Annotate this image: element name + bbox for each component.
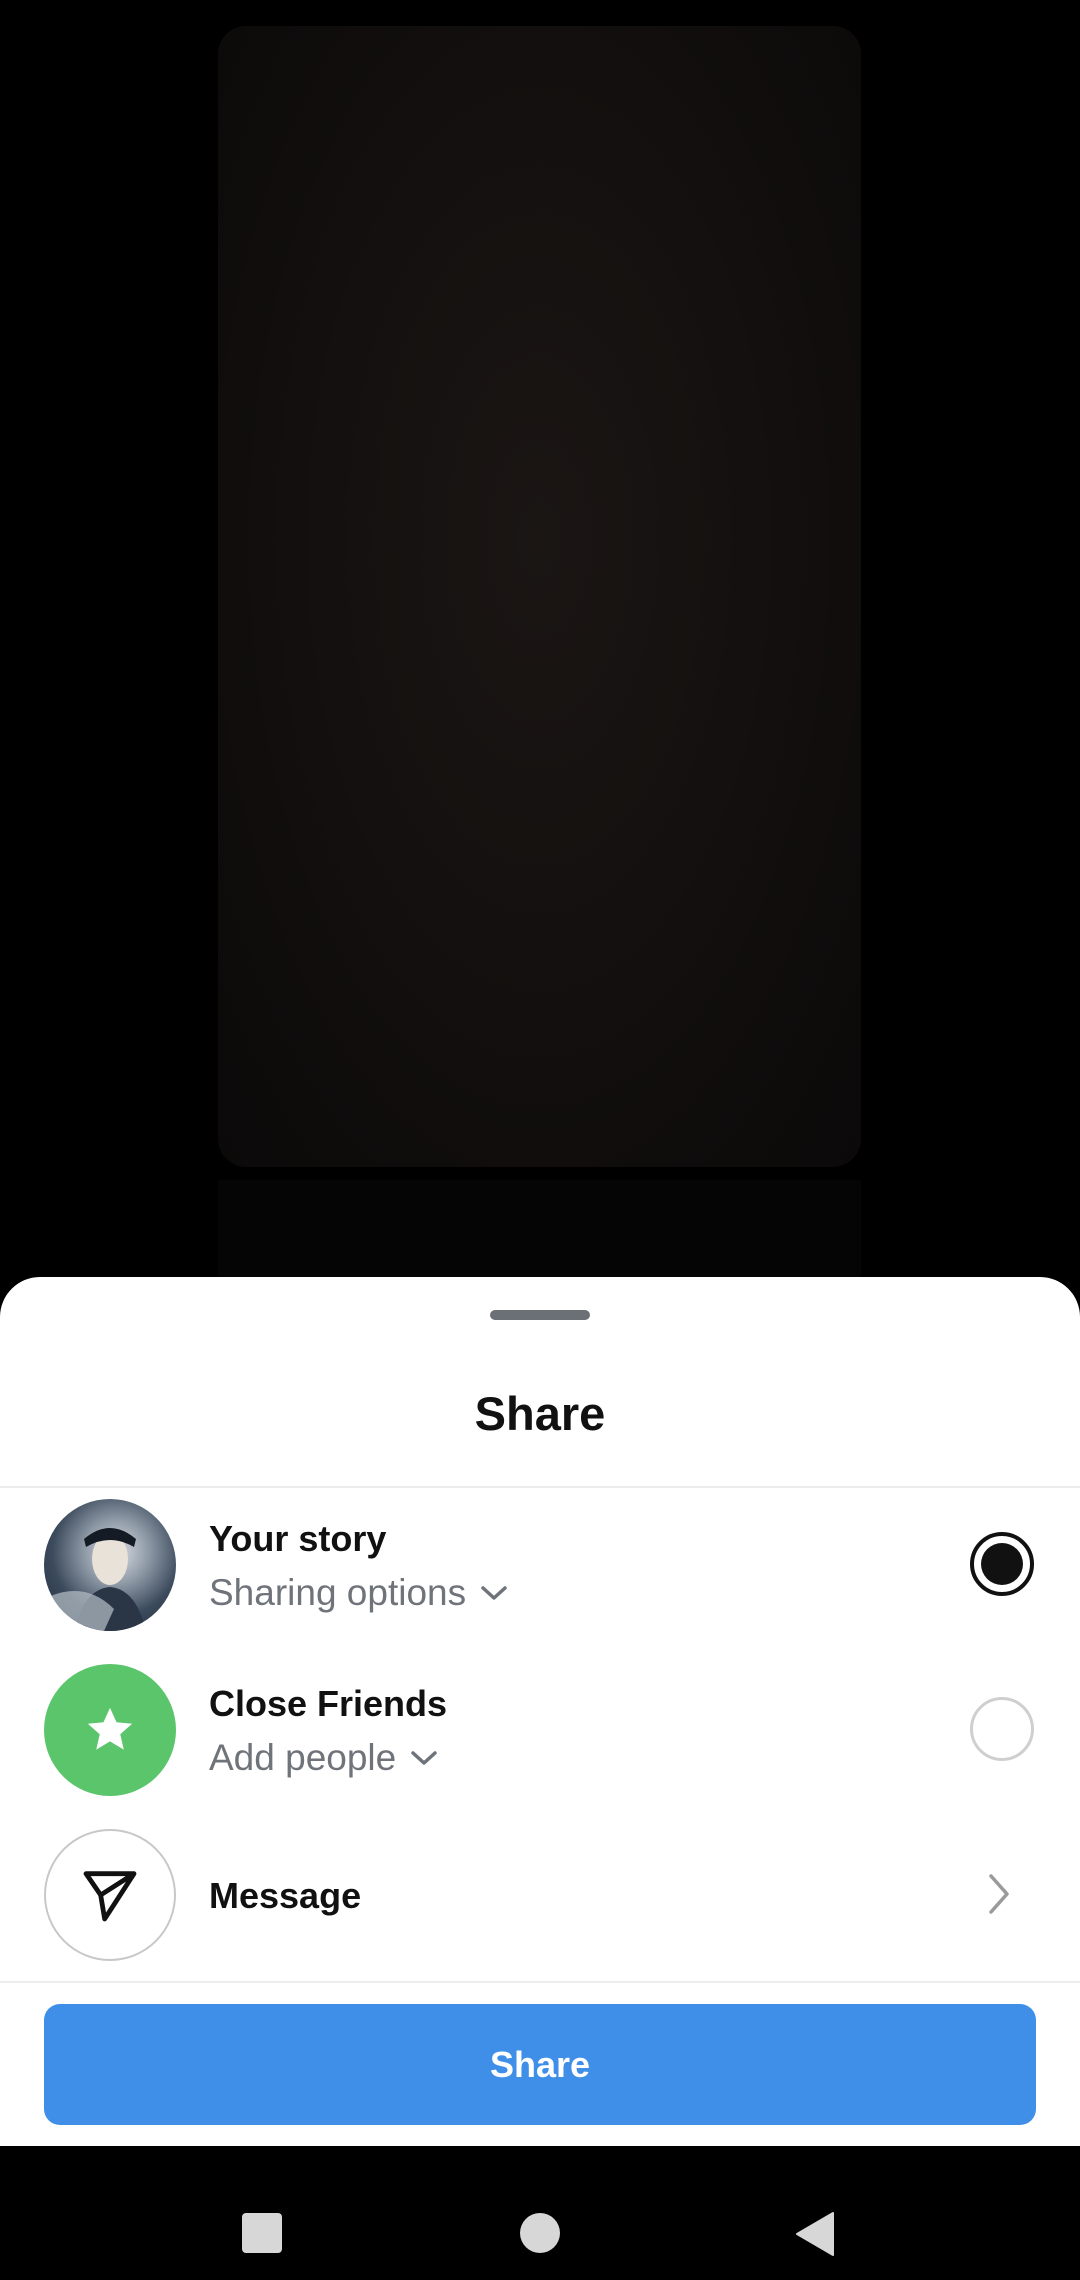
option-title: Your story	[209, 1518, 387, 1559]
share-bottom-sheet: Share Your story Sharing options Close F…	[0, 1277, 1080, 2146]
home-icon[interactable]	[520, 2213, 560, 2253]
chevron-down-icon	[481, 1585, 507, 1600]
divider	[0, 1486, 1080, 1488]
camera-background	[0, 0, 1080, 1277]
story-preview-shadow	[218, 1180, 861, 1277]
send-icon	[83, 1871, 137, 1922]
system-navigation-bar	[0, 2146, 1080, 2280]
message-avatar	[44, 1829, 176, 1961]
sharing-options-dropdown[interactable]: Sharing options	[209, 1574, 508, 1611]
avatar-image	[44, 1528, 146, 1631]
story-preview	[218, 26, 861, 1167]
option-title: Close Friends	[209, 1683, 448, 1724]
add-people-dropdown[interactable]: Add people	[209, 1739, 438, 1776]
option-subtitle: Sharing options	[209, 1572, 467, 1613]
star-icon	[87, 1707, 133, 1750]
radio-unselected[interactable]	[970, 1697, 1034, 1761]
share-button[interactable]: Share	[44, 2004, 1036, 2125]
chevron-right-icon	[989, 1874, 1009, 1914]
close-friends-avatar	[44, 1664, 176, 1796]
profile-avatar	[44, 1499, 176, 1631]
back-icon[interactable]	[795, 2211, 837, 2257]
option-close-friends[interactable]: Close Friends Add people	[0, 1664, 1080, 1814]
option-your-story[interactable]: Your story Sharing options	[0, 1499, 1080, 1649]
option-message[interactable]: Message	[0, 1829, 1080, 1979]
sheet-title: Share	[474, 1387, 606, 1440]
option-title: Message	[209, 1875, 362, 1916]
recents-icon[interactable]	[242, 2213, 282, 2253]
radio-selected[interactable]	[970, 1532, 1034, 1596]
option-subtitle: Add people	[209, 1737, 397, 1778]
chevron-down-icon	[411, 1750, 437, 1765]
radio-dot	[981, 1543, 1023, 1585]
drag-handle[interactable]	[490, 1310, 590, 1320]
divider	[0, 1981, 1080, 1983]
